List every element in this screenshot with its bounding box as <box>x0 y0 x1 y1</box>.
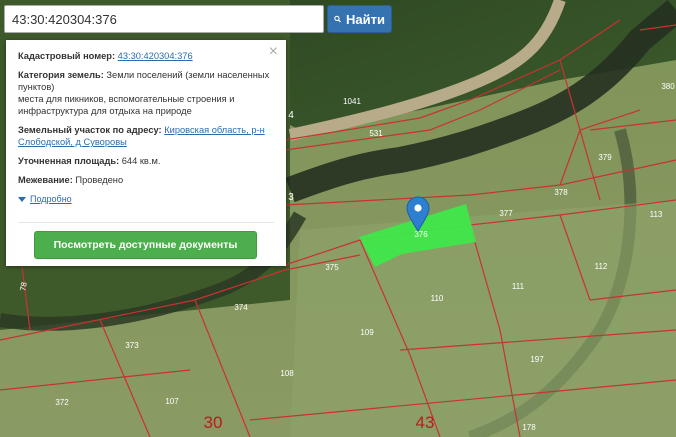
parcel-label-374: 374 <box>234 303 248 312</box>
parcel-label-1041: 1041 <box>343 97 361 106</box>
parcel-info-popup: × Кадастровый номер: 43:30:420304:376 Ка… <box>6 40 286 266</box>
area-value: 644 кв.м. <box>121 156 161 166</box>
divider <box>18 222 274 223</box>
cadastral-label: Кадастровый номер: <box>18 51 116 61</box>
parcel-label-112: 112 <box>595 262 608 271</box>
parcel-label-107: 107 <box>165 397 179 406</box>
parcel-label-375: 375 <box>325 263 339 272</box>
area-label: Уточненная площадь: <box>18 156 120 166</box>
parcel-label-3: 3 <box>288 192 294 203</box>
parcel-label-379: 379 <box>598 153 612 162</box>
quarter-label-30: 30 <box>204 413 223 432</box>
more-details-toggle[interactable]: Подробно <box>18 193 274 205</box>
category-label: Категория земель: <box>18 70 104 80</box>
survey-value: Проведено <box>75 175 124 185</box>
parcel-label-197: 197 <box>530 355 544 364</box>
category-value-detail: места для пикников, вспомогательные стро… <box>18 94 235 116</box>
more-details-label: Подробно <box>30 194 72 204</box>
parcel-label-376: 376 <box>414 230 428 239</box>
parcel-label-373: 373 <box>125 341 139 350</box>
parcel-label-372: 372 <box>55 398 69 407</box>
survey-label: Межевание: <box>18 175 73 185</box>
search-input[interactable] <box>4 5 324 33</box>
category-row: Категория земель: Земли поселений (земли… <box>18 69 274 117</box>
search-button[interactable]: Найти <box>327 5 392 33</box>
parcel-label-377: 377 <box>499 209 513 218</box>
parcel-label-4: 4 <box>288 110 294 121</box>
parcel-label-113: 113 <box>650 210 663 219</box>
search-button-label: Найти <box>346 11 385 27</box>
address-label: Земельный участок по адресу: <box>18 125 162 135</box>
survey-row: Межевание: Проведено <box>18 174 274 186</box>
parcel-label-111: 111 <box>512 282 525 291</box>
parcel-label-378: 378 <box>554 188 568 197</box>
parcel-label-109: 109 <box>360 328 374 337</box>
parcel-label-178: 178 <box>522 423 536 432</box>
search-box <box>4 5 324 33</box>
search-icon <box>334 15 341 23</box>
address-row: Земельный участок по адресу: Кировская о… <box>18 124 274 148</box>
area-row: Уточненная площадь: 644 кв.м. <box>18 155 274 167</box>
triangle-down-icon <box>18 196 26 202</box>
cadastral-link[interactable]: 43:30:420304:376 <box>118 51 193 61</box>
parcel-label-110: 110 <box>431 294 444 303</box>
parcel-label-531: 531 <box>369 129 383 138</box>
parcel-label-108: 108 <box>280 369 294 378</box>
quarter-label-43: 43 <box>416 413 435 432</box>
view-documents-button[interactable]: Посмотреть доступные документы <box>34 231 257 259</box>
close-icon[interactable]: × <box>269 44 278 60</box>
parcel-label-380: 380 <box>661 82 675 91</box>
cadastral-row: Кадастровый номер: 43:30:420304:376 <box>18 50 274 62</box>
